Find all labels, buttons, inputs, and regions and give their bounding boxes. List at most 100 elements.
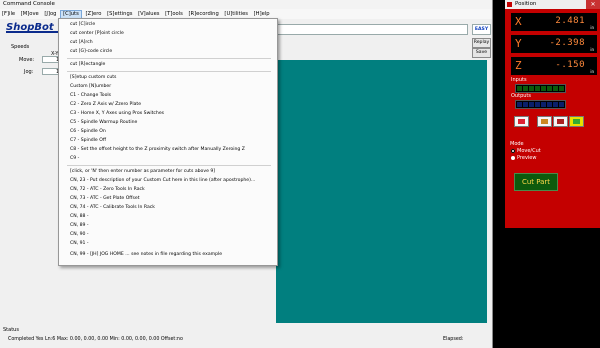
outputs-indicators xyxy=(515,100,566,109)
menu-item-c6[interactable]: C6 - Spindle On xyxy=(70,129,106,135)
input-led xyxy=(517,86,522,91)
menu-item-setup-custom-cuts[interactable]: [S]etup custom cuts xyxy=(70,75,116,81)
jog-speed-label: Jog: xyxy=(24,69,34,75)
speeds-title: Speeds xyxy=(11,44,30,50)
command-input[interactable] xyxy=(276,24,468,35)
mode-radio-move-cut[interactable]: Move/Cut xyxy=(511,148,541,154)
menu-item-c9[interactable]: C9 - xyxy=(70,156,79,162)
menu-item-cut-arch[interactable]: cut [A]rch xyxy=(70,40,93,46)
menu-separator xyxy=(67,58,271,59)
cut-part-button[interactable]: Cut Part xyxy=(514,173,558,191)
outputs-label: Outputs xyxy=(511,93,531,99)
y-axis-readout[interactable]: Y -2.398 in xyxy=(511,35,597,53)
output-led[interactable] xyxy=(517,102,522,107)
y-axis-label: Y xyxy=(515,37,522,50)
tool-icon xyxy=(518,119,525,124)
y-axis-value: -2.398 xyxy=(549,38,585,48)
menu-item-cut-circle[interactable]: cut [C]ircle xyxy=(70,22,95,28)
tool-button-2[interactable] xyxy=(537,116,552,127)
mode-label: Mode xyxy=(510,141,524,147)
x-axis-value: 2.481 xyxy=(555,16,585,26)
output-led[interactable] xyxy=(535,102,540,107)
menu-item-cut-center-point-circle[interactable]: cut center [P]oint circle xyxy=(70,31,124,37)
input-led xyxy=(535,86,540,91)
menu-item-cn89[interactable]: CN, 89 - xyxy=(70,223,89,229)
tool-button-4[interactable] xyxy=(569,116,584,127)
z-axis-unit: in xyxy=(590,69,594,74)
save-button[interactable]: Save xyxy=(472,48,491,58)
position-titlebar: Position ✕ xyxy=(505,0,600,9)
output-led[interactable] xyxy=(541,102,546,107)
mode-option-label: Preview xyxy=(517,155,537,161)
tool-icon xyxy=(541,119,548,124)
input-led xyxy=(553,86,558,91)
x-axis-label: X xyxy=(515,15,522,28)
tool-button-1[interactable] xyxy=(514,116,529,127)
inputs-label: Inputs xyxy=(511,77,527,83)
menu-separator xyxy=(67,71,271,72)
tool-button-3[interactable] xyxy=(553,116,568,127)
easy-mode-indicator[interactable]: EASY xyxy=(472,24,491,35)
menu-item-cn90[interactable]: CN, 90 - xyxy=(70,232,89,238)
menu-file[interactable]: [F]ile xyxy=(0,9,17,19)
menu-item-c5[interactable]: C5 - Spindle Warmup Routine xyxy=(70,120,137,126)
menu-item-custom-number-hint[interactable]: [click, or 'N' then enter number as para… xyxy=(70,169,215,175)
menu-item-cn72[interactable]: CN, 72 - ATC - Zero Tools In Rack xyxy=(70,187,145,193)
x-axis-readout[interactable]: X 2.481 in xyxy=(511,13,597,31)
menu-move[interactable]: [M]ove xyxy=(19,9,41,19)
menu-item-c3[interactable]: C3 - Home X, Y Axes using Prox Switches xyxy=(70,111,164,117)
mode-radio-preview[interactable]: Preview xyxy=(511,155,536,161)
position-window: Position ✕ X 2.481 in Y -2.398 in Z -.15… xyxy=(505,0,600,228)
z-axis-value: -.150 xyxy=(555,60,585,70)
radio-selected-icon xyxy=(511,148,515,153)
status-label: Status xyxy=(3,327,19,333)
move-speed-label: Move: xyxy=(19,57,35,63)
menu-item-cut-rectangle[interactable]: cut [R]ectangle xyxy=(70,62,105,68)
menu-item-c2[interactable]: C2 - Zero Z Axis w/ Zzero Plate xyxy=(70,102,141,108)
window-icon xyxy=(507,2,512,7)
logo-underline xyxy=(6,31,60,33)
menu-item-cn74[interactable]: CN, 74 - ATC - Calibrate Tools In Rack xyxy=(70,205,155,211)
input-led xyxy=(541,86,546,91)
speeds-panel: Speeds X-Y Move: 1 Jog: 1 xyxy=(4,44,64,94)
elapsed-label: Elapsed: xyxy=(443,337,464,342)
x-axis-unit: in xyxy=(590,25,594,30)
menu-item-cn73[interactable]: CN, 73 - ATC - Get Plate Offset xyxy=(70,196,140,202)
z-axis-readout[interactable]: Z -.150 in xyxy=(511,57,597,75)
menu-item-cn23[interactable]: CN, 23 - Put description of your Custom … xyxy=(70,178,255,184)
tool-icon xyxy=(557,119,564,124)
position-title: Position xyxy=(515,1,537,7)
menu-item-c1[interactable]: C1 - Change Tools xyxy=(70,93,111,99)
output-led[interactable] xyxy=(547,102,552,107)
menu-item-c7[interactable]: C7 - Spindle Off xyxy=(70,138,106,144)
menu-jog[interactable]: [J]og xyxy=(42,9,58,19)
menu-item-cn88[interactable]: CN, 88 - xyxy=(70,214,89,220)
z-axis-label: Z xyxy=(515,59,522,72)
preview-area xyxy=(276,60,487,323)
menu-item-cn91[interactable]: CN, 91 - xyxy=(70,241,89,247)
menu-separator xyxy=(67,165,271,166)
inputs-indicators xyxy=(515,84,566,93)
output-led[interactable] xyxy=(553,102,558,107)
close-icon[interactable]: ✕ xyxy=(586,0,600,9)
output-led[interactable] xyxy=(559,102,564,107)
shopbot-logo: ShopBot xyxy=(6,22,60,34)
input-led xyxy=(547,86,552,91)
mode-option-label: Move/Cut xyxy=(517,148,541,154)
menu-item-cn99[interactable]: CN, 99 - [JH] JOG HOME ... see notes in … xyxy=(70,252,222,258)
y-axis-unit: in xyxy=(590,47,594,52)
input-led xyxy=(529,86,534,91)
output-led[interactable] xyxy=(529,102,534,107)
cuts-dropdown-menu: cut [C]ircle cut center [P]oint circle c… xyxy=(58,18,278,266)
console-title: Command Console xyxy=(0,0,492,9)
menu-item-custom-number[interactable]: Custom [N]umber xyxy=(70,84,111,90)
status-bar: Status Completed Yes Ln:6 Max: 0.00, 0.0… xyxy=(0,326,492,348)
replay-button[interactable]: Replay xyxy=(472,38,491,48)
menu-item-cut-gcode-circle[interactable]: cut [G]-code circle xyxy=(70,49,112,55)
input-led xyxy=(559,86,564,91)
menu-item-c8[interactable]: C8 - Set the offset height to the Z prox… xyxy=(70,147,245,153)
status-text: Completed Yes Ln:6 Max: 0.00, 0.00, 0.00… xyxy=(8,337,183,342)
input-led xyxy=(523,86,528,91)
radio-unselected-icon xyxy=(511,155,515,160)
output-led[interactable] xyxy=(523,102,528,107)
